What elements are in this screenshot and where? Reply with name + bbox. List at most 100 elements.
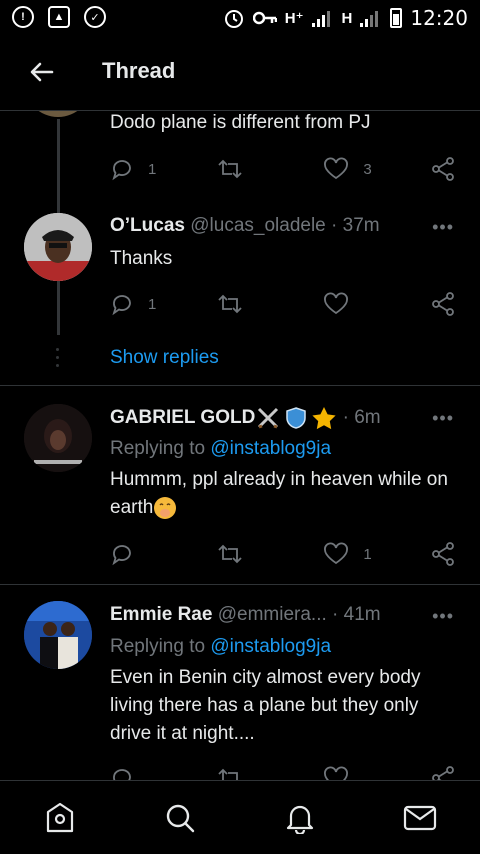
tweet-header: O’Lucas @lucas_oladele · 37m xyxy=(110,215,380,237)
retweet-icon xyxy=(218,294,242,314)
retweet-button[interactable] xyxy=(217,542,287,566)
tweet-text: Even in Benin city almost every body liv… xyxy=(110,667,421,744)
divider xyxy=(0,584,480,585)
like-count: 1 xyxy=(363,545,372,563)
alarm-icon xyxy=(224,10,243,28)
key-icon xyxy=(252,11,277,25)
like-button[interactable] xyxy=(323,766,393,780)
top-app-bar: Thread xyxy=(0,36,480,111)
thread-connector-line xyxy=(57,287,60,335)
tweet-actions: 1 xyxy=(110,539,456,569)
gallery-icon: ▲ xyxy=(48,6,70,28)
page-title: Thread xyxy=(102,58,176,83)
reply-button[interactable] xyxy=(110,766,180,780)
reply-button[interactable]: 1 xyxy=(110,292,180,316)
signal-icon xyxy=(311,11,330,27)
tweet-text: Thanks xyxy=(110,248,173,269)
replying-to: Replying to @instablog9ja xyxy=(110,438,331,460)
mention-link[interactable]: @instablog9ja xyxy=(210,438,331,459)
tweet-header: Emmie Rae @emmiera... · 41m xyxy=(110,604,381,626)
replying-to-prefix: Replying to xyxy=(110,438,211,459)
like-button[interactable]: 3 xyxy=(323,157,393,181)
notification-icon: ! xyxy=(12,6,34,28)
bell-icon xyxy=(286,805,314,834)
nav-home[interactable] xyxy=(40,798,80,838)
clock: 12:20 xyxy=(410,6,468,30)
tweet-time: · 41m xyxy=(332,604,381,625)
share-icon xyxy=(432,542,454,566)
network-type-1: H⁺ xyxy=(284,10,304,27)
shield-icon xyxy=(286,407,307,429)
more-dots-icon[interactable]: ••• xyxy=(432,606,454,627)
reply-count: 1 xyxy=(148,160,157,178)
star-icon xyxy=(312,407,336,430)
like-count: 3 xyxy=(363,160,372,178)
battery-icon xyxy=(390,8,403,28)
retweet-icon xyxy=(218,159,242,179)
retweet-icon xyxy=(218,544,242,564)
bottom-navigation xyxy=(0,780,480,854)
avatar[interactable] xyxy=(24,404,92,472)
heart-icon xyxy=(324,766,349,780)
like-button[interactable]: 1 xyxy=(323,542,393,566)
heart-icon xyxy=(324,542,349,565)
tweet-actions: 1 3 xyxy=(110,154,456,184)
avatar-photo xyxy=(24,404,92,472)
share-button[interactable] xyxy=(430,541,456,567)
thread-dots xyxy=(56,348,60,372)
retweet-button[interactable] xyxy=(217,292,287,316)
retweet-button[interactable] xyxy=(217,157,287,181)
like-button[interactable] xyxy=(323,292,393,316)
share-icon xyxy=(432,292,454,316)
nav-notifications[interactable] xyxy=(280,798,320,838)
retweet-icon xyxy=(218,768,238,780)
tweet-time: · 6m xyxy=(342,407,381,428)
reply-icon xyxy=(113,769,131,780)
mention-link[interactable]: @instablog9ja xyxy=(210,636,331,657)
tweet-text: Dodo plane is different from PJ xyxy=(110,112,371,133)
display-name[interactable]: GABRIEL GOLD xyxy=(110,407,255,429)
avatar-photo xyxy=(24,213,92,281)
replying-to-prefix: Replying to xyxy=(110,636,211,657)
mail-icon xyxy=(403,805,437,830)
avatar[interactable] xyxy=(24,111,92,117)
tweet-actions xyxy=(110,763,456,780)
reply-icon xyxy=(112,545,131,566)
arrow-left-icon[interactable] xyxy=(28,58,56,86)
reply-icon xyxy=(112,295,131,316)
heart-icon xyxy=(324,157,349,180)
reply-button[interactable]: 1 xyxy=(110,157,180,181)
show-replies-link[interactable]: Show replies xyxy=(110,347,219,369)
more-dots-icon[interactable]: ••• xyxy=(432,408,454,429)
divider xyxy=(0,385,480,386)
user-handle[interactable]: @emmiera... xyxy=(218,604,327,626)
status-bar: ! ▲ ✓ H⁺ H 12:20 xyxy=(0,0,480,36)
heart-icon xyxy=(324,292,349,315)
replying-to: Replying to @instablog9ja xyxy=(110,636,331,658)
share-button[interactable] xyxy=(430,765,456,780)
avatar[interactable] xyxy=(24,601,92,669)
search-icon xyxy=(166,804,195,832)
network-type-2: H xyxy=(341,9,353,27)
avatar[interactable] xyxy=(24,213,92,281)
home-icon xyxy=(46,802,74,832)
app-notification-icon: ✓ xyxy=(84,6,106,28)
nav-search[interactable] xyxy=(160,798,200,838)
signal-icon-2 xyxy=(360,11,379,27)
more-dots-icon[interactable]: ••• xyxy=(432,217,454,238)
reply-button[interactable] xyxy=(110,542,180,566)
share-button[interactable] xyxy=(430,291,456,317)
tweet-time: · 37m xyxy=(331,215,380,236)
face-with-hand-over-mouth-icon xyxy=(154,496,177,519)
display-name[interactable]: O’Lucas xyxy=(110,215,185,237)
nav-messages[interactable] xyxy=(400,798,440,838)
crossed-swords-icon xyxy=(258,407,279,429)
thread-feed[interactable]: Dodo plane is different from PJ 1 3 O’Lu… xyxy=(0,111,480,780)
display-name[interactable]: Emmie Rae xyxy=(110,604,212,626)
share-button[interactable] xyxy=(430,156,456,182)
share-icon xyxy=(432,157,454,181)
retweet-button[interactable] xyxy=(217,766,287,780)
user-handle[interactable]: @lucas_oladele xyxy=(190,215,326,237)
tweet-actions: 1 xyxy=(110,289,456,319)
reply-icon xyxy=(112,160,131,181)
